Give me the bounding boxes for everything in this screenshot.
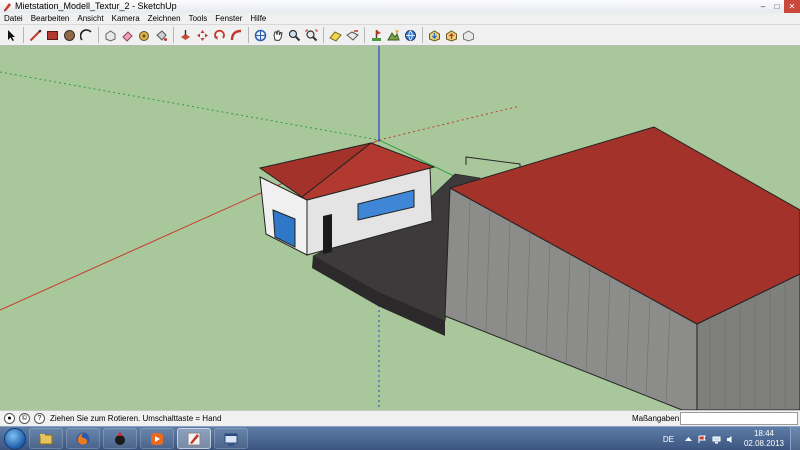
orbit-icon[interactable] <box>253 27 268 44</box>
network-icon[interactable] <box>712 435 721 444</box>
action-center-flag-icon[interactable] <box>698 435 707 444</box>
send-to-layout-icon[interactable] <box>461 27 476 44</box>
geolocation-icon[interactable]: ● <box>4 413 15 424</box>
menu-kamera[interactable]: Kamera <box>112 13 140 24</box>
maximize-button[interactable]: □ <box>770 0 784 13</box>
status-bar: ● © ? Ziehen Sie zum Rotieren. Umschaltt… <box>0 410 800 426</box>
menu-ansicht[interactable]: Ansicht <box>77 13 103 24</box>
menu-bar: Datei Bearbeiten Ansicht Kamera Zeichnen… <box>0 13 800 24</box>
previous-view-icon[interactable] <box>328 27 343 44</box>
language-indicator[interactable]: DE <box>663 435 674 444</box>
model-scene <box>0 46 800 410</box>
toolbar-separator <box>173 27 174 43</box>
sketchup-logo-icon <box>4 2 11 11</box>
taskbar-app-media[interactable] <box>103 428 137 449</box>
menu-zeichnen[interactable]: Zeichnen <box>148 13 181 24</box>
measurements-label: Maßangaben <box>632 414 680 423</box>
zoom-extents-icon[interactable] <box>304 27 319 44</box>
small-building-door <box>323 214 332 254</box>
toolbar-separator <box>248 27 249 43</box>
follow-me-icon[interactable] <box>229 27 244 44</box>
menu-hilfe[interactable]: Hilfe <box>250 13 266 24</box>
clock-date: 02.08.2013 <box>743 439 784 448</box>
pan-icon[interactable] <box>270 27 285 44</box>
share-model-icon[interactable] <box>444 27 459 44</box>
circle-tool-icon[interactable] <box>62 27 77 44</box>
taskbar-app-firefox[interactable] <box>66 428 100 449</box>
photo-textures-icon[interactable] <box>403 27 418 44</box>
show-desktop-button[interactable] <box>790 427 800 450</box>
taskbar-app-player[interactable] <box>140 428 174 449</box>
taskbar-app-window[interactable] <box>214 428 248 449</box>
menu-datei[interactable]: Datei <box>4 13 23 24</box>
3d-viewport[interactable] <box>0 46 800 410</box>
file-explorer-icon <box>39 433 53 444</box>
rectangle-tool-icon[interactable] <box>45 27 60 44</box>
firefox-icon <box>76 432 90 445</box>
taskbar-app-explorer[interactable] <box>29 428 63 449</box>
push-pull-icon[interactable] <box>178 27 193 44</box>
taskbar-app-sketchup[interactable] <box>177 428 211 449</box>
start-button[interactable] <box>4 427 26 450</box>
minimize-button[interactable]: – <box>756 0 770 13</box>
menu-bearbeiten[interactable]: Bearbeiten <box>31 13 70 24</box>
zoom-icon[interactable] <box>287 27 302 44</box>
toggle-terrain-icon[interactable] <box>386 27 401 44</box>
clock[interactable]: 18:44 02.08.2013 <box>744 429 784 449</box>
clock-time: 18:44 <box>753 429 774 438</box>
taskbar: DE 18:44 02.08.2013 <box>0 426 800 450</box>
fence-rail <box>465 156 521 170</box>
title-bar: Mietstation_Modell_Textur_2 - SketchUp –… <box>0 0 800 13</box>
credits-icon[interactable]: © <box>19 413 30 424</box>
main-toolbar <box>0 24 800 46</box>
select-tool-icon[interactable] <box>4 27 19 44</box>
toolbar-separator <box>422 27 423 43</box>
system-window-icon <box>224 433 238 445</box>
line-tool-icon[interactable] <box>28 27 43 44</box>
get-models-icon[interactable] <box>427 27 442 44</box>
next-view-icon[interactable] <box>345 27 360 44</box>
status-message: Ziehen Sie zum Rotieren. Umschalttaste =… <box>50 414 222 423</box>
rotate-icon[interactable] <box>212 27 227 44</box>
sketchup-icon <box>187 432 201 445</box>
arc-tool-icon[interactable] <box>79 27 94 44</box>
media-player-icon <box>151 432 163 445</box>
menu-tools[interactable]: Tools <box>189 13 208 24</box>
make-component-icon[interactable] <box>103 27 118 44</box>
help-icon[interactable]: ? <box>34 413 45 424</box>
toolbar-separator <box>23 27 24 43</box>
measurements-input[interactable] <box>680 412 798 425</box>
window-controls: – □ ✕ <box>756 0 800 13</box>
add-location-icon[interactable] <box>369 27 384 44</box>
toolbar-separator <box>98 27 99 43</box>
media-app-icon <box>115 431 125 445</box>
red-axis-dotted <box>378 105 521 141</box>
tape-measure-icon[interactable] <box>137 27 152 44</box>
move-icon[interactable] <box>195 27 210 44</box>
menu-fenster[interactable]: Fenster <box>215 13 242 24</box>
system-tray: DE 18:44 02.08.2013 <box>663 427 800 450</box>
paint-bucket-icon[interactable] <box>154 27 169 44</box>
green-axis-dotted <box>0 71 380 141</box>
window-title: Mietstation_Modell_Textur_2 - SketchUp <box>15 1 177 11</box>
eraser-icon[interactable] <box>120 27 135 44</box>
tray-arrow-icon[interactable] <box>684 435 693 444</box>
volume-icon[interactable] <box>726 435 735 444</box>
toolbar-separator <box>323 27 324 43</box>
toolbar-separator <box>364 27 365 43</box>
close-button[interactable]: ✕ <box>784 0 800 13</box>
